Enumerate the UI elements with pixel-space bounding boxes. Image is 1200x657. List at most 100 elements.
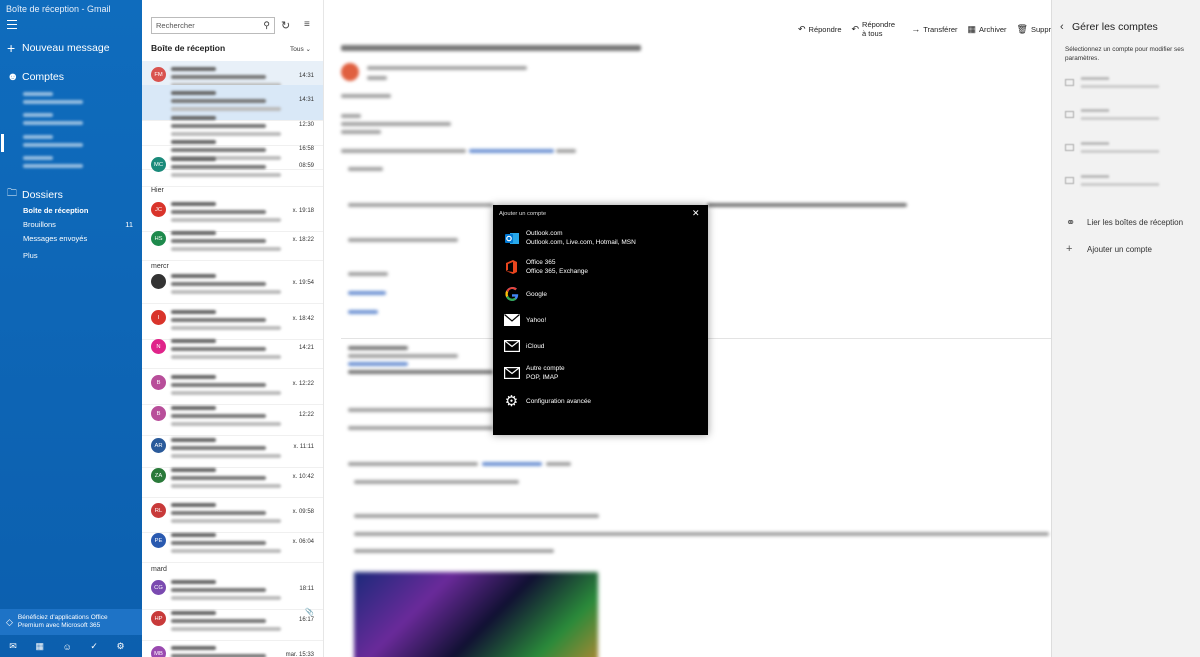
email-image[interactable] [354, 572, 598, 657]
settings-gear-icon[interactable]: ⚙ [117, 641, 125, 652]
blurred-text [171, 339, 216, 343]
message-row[interactable]: MC 08:59 [142, 151, 323, 187]
managed-account[interactable] [1065, 139, 1185, 159]
blurred-text [171, 173, 281, 177]
blurred-text [171, 218, 281, 222]
message-time: x. 18:22 [292, 237, 314, 243]
sync-icon[interactable]: ↻ [281, 19, 290, 32]
message-time: 12:22 [298, 412, 314, 418]
folders-header[interactable]: 🗀 Dossiers [7, 186, 63, 203]
account-item[interactable] [23, 92, 123, 110]
people-icon[interactable]: ☺ [63, 642, 72, 652]
option-office365[interactable]: Office 365 Office 365, Exchange [503, 255, 698, 279]
managed-account[interactable] [1065, 106, 1185, 126]
new-message-label: Nouveau message [22, 42, 110, 54]
hamburger-menu-icon[interactable] [7, 20, 17, 29]
mail-icon[interactable]: ✉ [9, 641, 17, 652]
reply-all-button[interactable]: ↶ Répondre à tous [852, 20, 902, 38]
message-row[interactable]: N 14:21 [142, 333, 323, 369]
sender-avatar: CG [151, 580, 166, 595]
message-row[interactable]: ZA x. 10:42 [142, 462, 323, 498]
manage-title: Gérer les comptes [1072, 21, 1158, 33]
filter-dropdown[interactable]: Tous ⌄ [290, 45, 311, 53]
folder-sent[interactable]: Messages envoyés [23, 234, 133, 243]
blurred-text [171, 116, 216, 120]
envelope-icon [503, 312, 520, 329]
delete-button[interactable]: 🗑 Suppr [1017, 20, 1051, 38]
blurred-text [171, 454, 281, 458]
folder-inbox[interactable]: Boîte de réception [23, 206, 133, 215]
option-icloud[interactable]: iCloud [503, 334, 698, 358]
message-time: mar. 15:33 [285, 652, 314, 657]
message-row[interactable]: MBHITMAN & BODYGUARD 2 - Découmar. 15:33 [142, 640, 323, 657]
option-sub: Office 365, Exchange [526, 268, 589, 275]
message-time: x. 06:04 [292, 539, 314, 545]
close-icon[interactable]: ✕ [692, 208, 700, 219]
folder-count: 11 [125, 220, 133, 229]
folder-more[interactable]: Plus [23, 251, 133, 260]
search-box[interactable]: Rechercher ⚲ [151, 17, 275, 34]
option-name: Outlook.com [526, 230, 563, 237]
date-group-header: mercr [151, 263, 169, 270]
option-sub: Outlook.com, Live.com, Hotmail, MSN [526, 239, 636, 246]
new-message-button[interactable]: + Nouveau message [7, 41, 110, 55]
forward-button[interactable]: → Transférer [911, 20, 957, 38]
accounts-header[interactable]: ☻ Comptes [7, 71, 64, 83]
add-account-button[interactable]: + Ajouter un compte [1066, 243, 1152, 255]
blurred-text [171, 202, 216, 206]
date-group-header: Hier [151, 187, 164, 194]
blurred-text [171, 619, 266, 623]
calendar-icon[interactable]: ▦ [35, 641, 44, 652]
managed-account[interactable] [1065, 172, 1185, 192]
message-row[interactable]: HS x. 18:22 [142, 225, 323, 261]
message-row[interactable]: x. 19:54 [142, 268, 323, 304]
option-other-account[interactable]: Autre compte POP, IMAP [503, 361, 698, 385]
folder-label: Boîte de réception [23, 206, 89, 215]
blurred-text [171, 468, 216, 472]
message-time: 14:31 [298, 97, 314, 103]
blurred-text [171, 347, 266, 351]
blurred-text [171, 533, 216, 537]
folder-drafts[interactable]: Brouillons 11 [23, 220, 133, 229]
blurred-text [171, 99, 266, 103]
option-yahoo[interactable]: Yahoo! [503, 308, 698, 332]
account-item[interactable] [23, 156, 123, 174]
archive-button[interactable]: ▦ Archiver [968, 20, 1007, 38]
link-inboxes-button[interactable]: ⚭ Lier les boîtes de réception [1066, 216, 1183, 229]
option-google[interactable]: Google [503, 282, 698, 306]
message-time: 14:21 [298, 345, 314, 351]
blurred-text [171, 476, 266, 480]
message-row[interactable]: HP 16:17 📎 [142, 605, 323, 641]
blurred-text [171, 310, 216, 314]
blurred-text [171, 580, 216, 584]
message-time: x. 18:42 [292, 316, 314, 322]
left-navigation: Boîte de réception - Gmail + Nouveau mes… [0, 0, 142, 657]
message-time: 12:30 [298, 122, 314, 128]
message-row[interactable]: PE x. 06:04 [142, 527, 323, 563]
blurred-text [171, 549, 281, 553]
blurred-text [171, 627, 281, 631]
message-row[interactable]: B 12:22 [142, 400, 323, 436]
selection-mode-icon[interactable]: ≡ [304, 19, 310, 30]
option-advanced-setup[interactable]: ⚙ Configuration avancée [503, 389, 698, 413]
message-time: x. 12:22 [292, 381, 314, 387]
office-promo-banner[interactable]: ◇ Bénéficiez d'applications Office Premi… [0, 609, 142, 635]
sender-avatar: RL [151, 503, 166, 518]
reply-button[interactable]: ↶ Répondre [798, 20, 842, 38]
message-time: x. 19:18 [292, 208, 314, 214]
message-time: x. 19:54 [292, 280, 314, 286]
search-icon[interactable]: ⚲ [263, 20, 270, 31]
todo-icon[interactable]: ✓ [90, 641, 98, 652]
filter-label: Tous [290, 46, 304, 53]
account-item[interactable] [23, 113, 123, 131]
option-outlook[interactable]: Outlook.com Outlook.com, Live.com, Hotmai… [503, 226, 698, 250]
sender-avatar [151, 274, 166, 289]
blurred-text [171, 326, 281, 330]
account-item-selected[interactable] [1, 134, 123, 153]
managed-account[interactable] [1065, 74, 1185, 94]
bottom-nav-bar: ✉ ▦ ☺ ✓ ⚙ [0, 636, 142, 657]
folder-icon: 🗀 [7, 188, 17, 199]
search-input[interactable]: Rechercher [156, 21, 195, 30]
back-arrow-icon[interactable]: ‹ [1060, 21, 1064, 33]
message-time: 14:31 [298, 73, 314, 79]
